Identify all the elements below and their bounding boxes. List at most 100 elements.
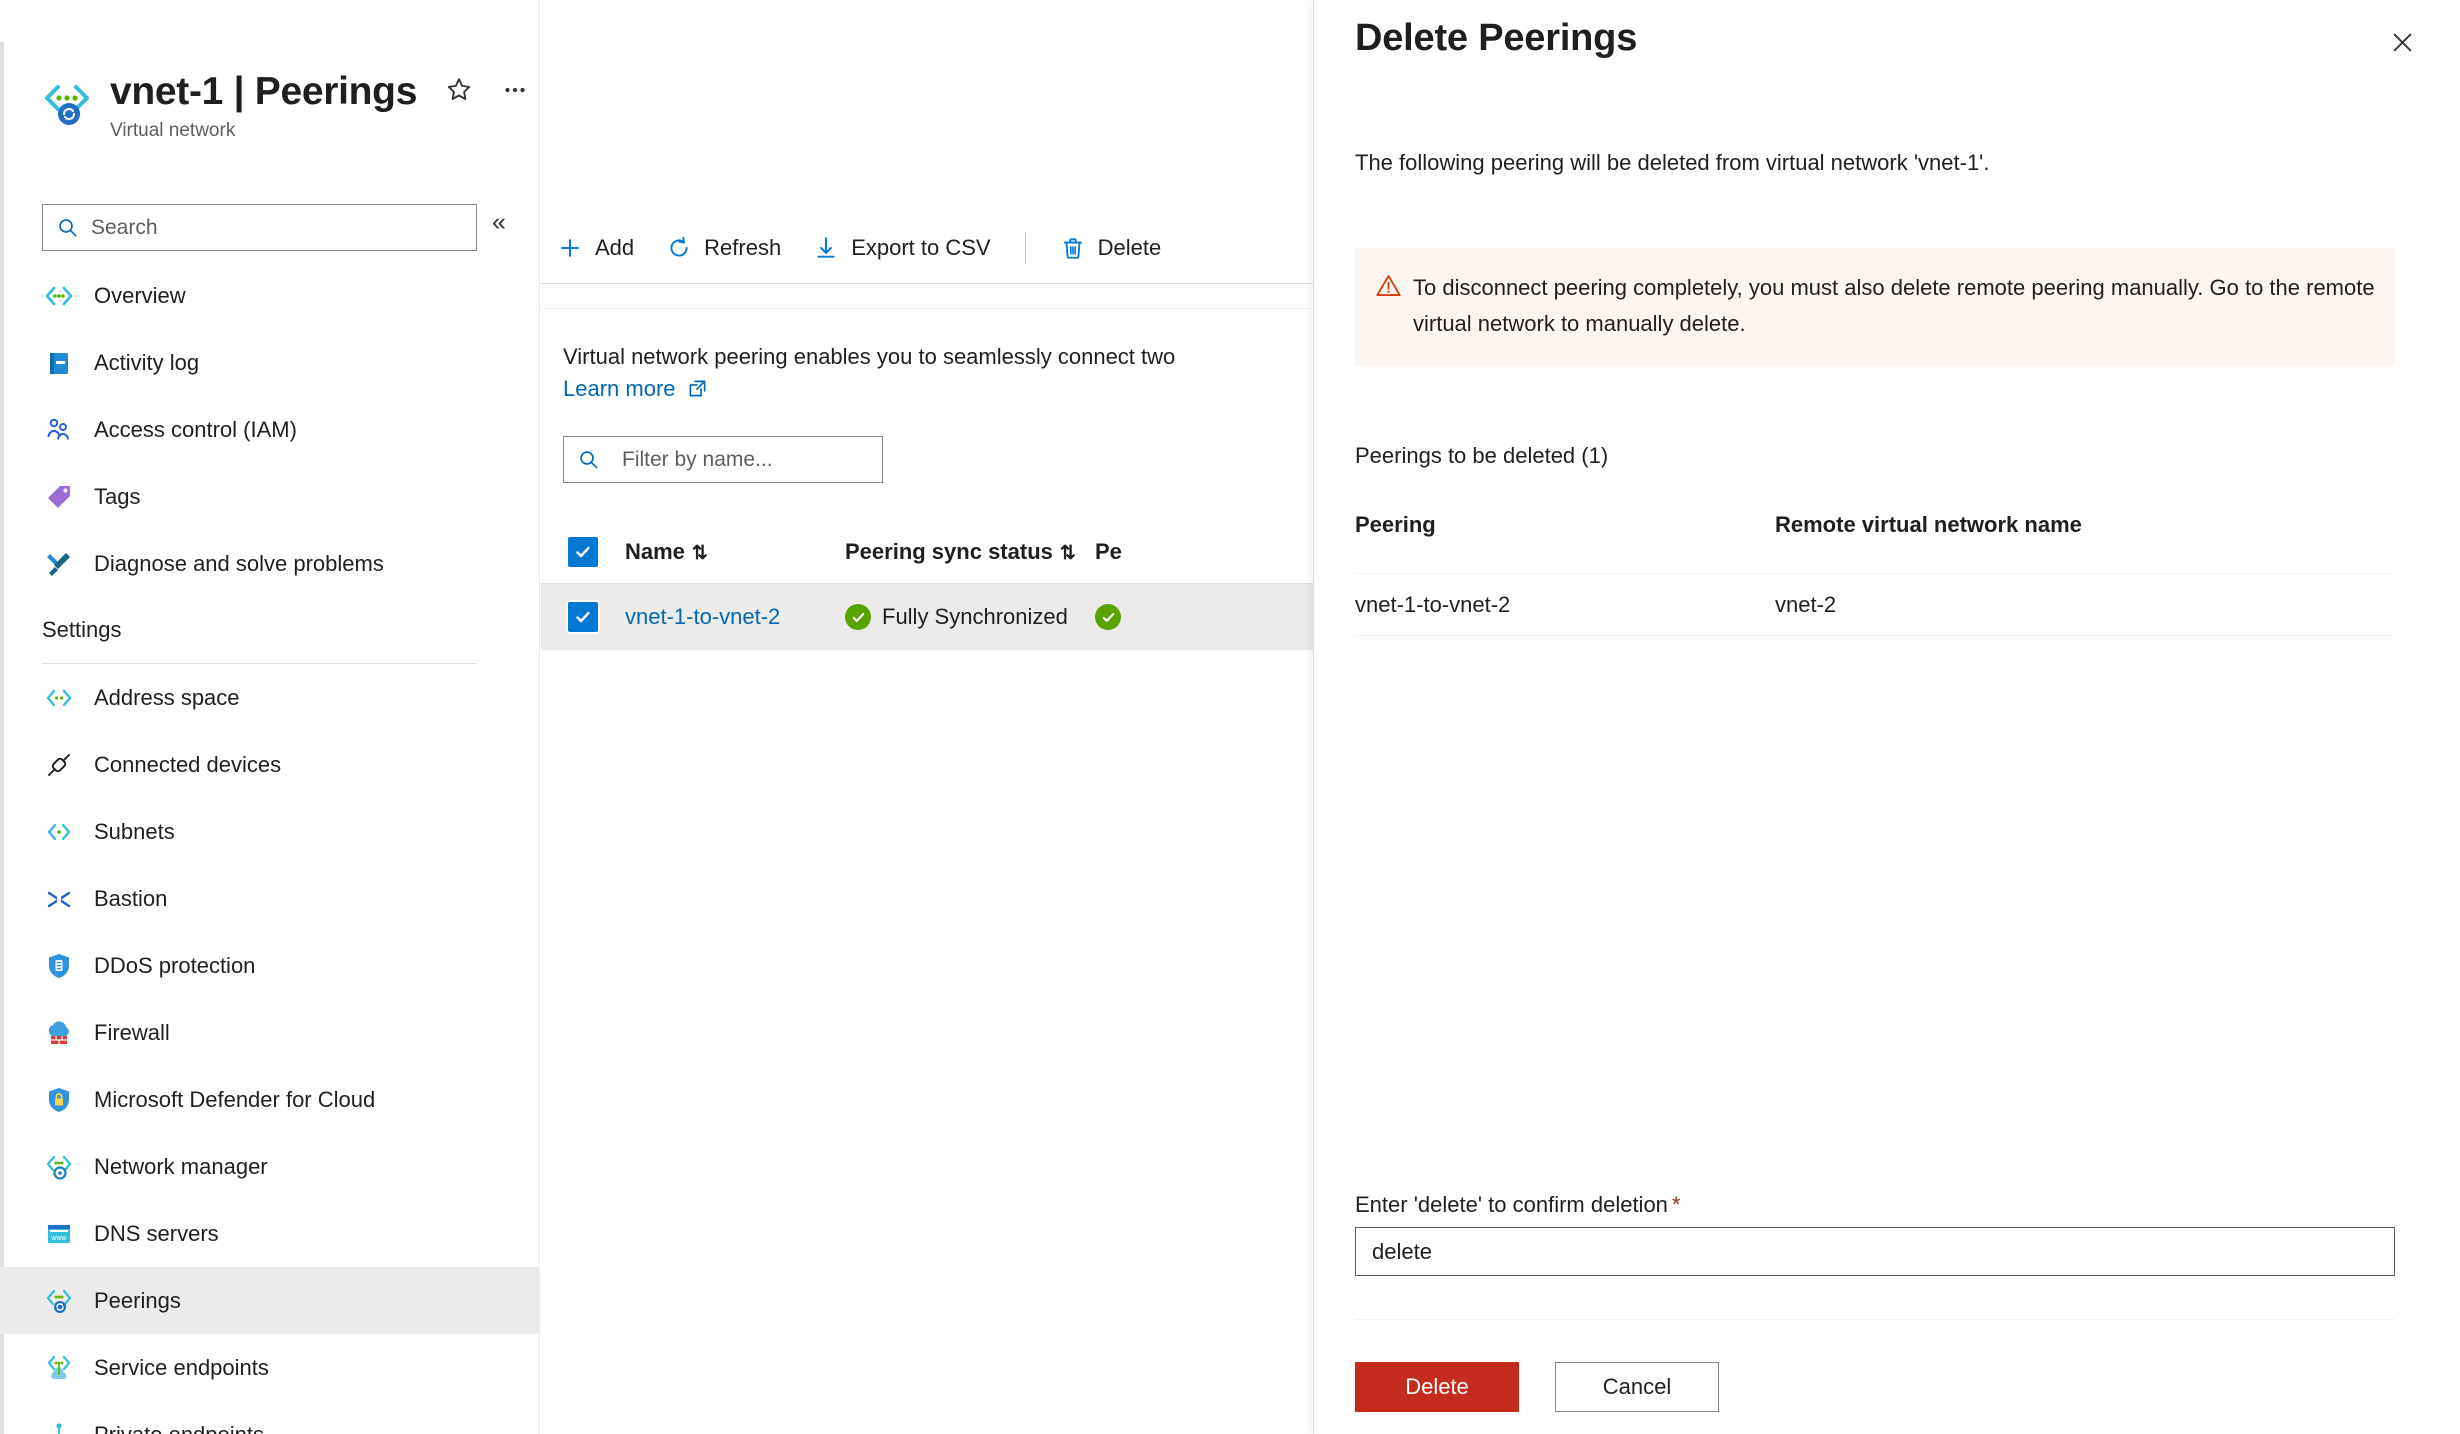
sidebar-item-address-space[interactable]: Address space — [0, 664, 540, 731]
sidebar-item-label: Overview — [94, 282, 186, 308]
sidebar-item-overview[interactable]: Overview — [0, 262, 540, 329]
grid-header-row: Name ⇅ Peering sync status ⇅ Pe — [541, 520, 1313, 584]
filter-box[interactable] — [563, 436, 883, 483]
delete-peerings-panel: Delete Peerings The following peering wi… — [1313, 0, 2460, 1434]
panel-footer-divider — [1355, 1319, 2395, 1320]
subnets-icon — [42, 815, 76, 849]
sidebar-item-access-control[interactable]: Access control (IAM) — [0, 396, 540, 463]
refresh-icon — [666, 235, 692, 261]
sidebar-item-tags[interactable]: Tags — [0, 463, 540, 530]
peerings-to-delete-table: Peering Remote virtual network name vnet… — [1355, 512, 2395, 636]
nav-list: Overview Activity log Access control (IA… — [0, 262, 540, 1434]
panel-delete-button[interactable]: Delete — [1355, 1362, 1519, 1412]
firewall-icon — [42, 1016, 76, 1050]
success-check-icon — [845, 604, 871, 630]
close-icon[interactable] — [2380, 20, 2424, 64]
sidebar-item-dns-servers[interactable]: www DNS servers — [0, 1200, 540, 1267]
address-space-icon — [42, 681, 76, 715]
panel-title: Delete Peerings — [1355, 17, 1638, 59]
service-endpoints-icon — [42, 1351, 76, 1385]
peering-sync-status-cell: Fully Synchronized — [845, 604, 1095, 630]
learn-more-link[interactable]: Learn more — [563, 376, 707, 402]
warning-triangle-icon — [1375, 270, 1413, 342]
peerings-to-delete-label: Peerings to be deleted (1) — [1355, 443, 1609, 468]
nav-group-settings: Settings — [42, 617, 122, 642]
column-header-truncated[interactable]: Pe — [1095, 539, 1122, 565]
sidebar-item-diagnose[interactable]: Diagnose and solve problems — [0, 530, 540, 597]
sidebar-item-label: Diagnose and solve problems — [94, 550, 384, 576]
defender-icon — [42, 1083, 76, 1117]
add-label: Add — [595, 235, 635, 260]
toolbar-divider — [541, 283, 1313, 284]
sidebar-item-peerings[interactable]: Peerings — [0, 1267, 540, 1334]
sidebar-item-label: DNS servers — [94, 1220, 219, 1246]
sidebar-item-activity-log[interactable]: Activity log — [0, 329, 540, 396]
trash-icon — [1060, 235, 1086, 261]
star-outline-icon[interactable] — [444, 75, 474, 110]
sidebar-item-label: Subnets — [94, 818, 175, 844]
add-button[interactable]: Add — [541, 216, 650, 280]
ddos-protection-icon — [42, 949, 76, 983]
column-header-peering-sync-status[interactable]: Peering sync status ⇅ — [845, 539, 1095, 565]
sidebar-item-label: Peerings — [94, 1287, 181, 1313]
sidebar-item-service-endpoints[interactable]: Service endpoints — [0, 1334, 540, 1401]
sidebar-item-network-manager[interactable]: Network manager — [0, 1133, 540, 1200]
column-header-label: Name — [625, 538, 685, 564]
sidebar-item-ddos-protection[interactable]: DDoS protection — [0, 932, 540, 999]
sidebar-item-defender-for-cloud[interactable]: Microsoft Defender for Cloud — [0, 1066, 540, 1133]
table-row[interactable]: vnet-1-to-vnet-2 Fully Synchronized — [541, 584, 1313, 650]
sidebar-item-label: DDoS protection — [94, 952, 256, 978]
section-divider — [541, 308, 1313, 309]
warning-text: To disconnect peering completely, you mu… — [1413, 275, 2375, 336]
ellipsis-icon[interactable] — [500, 75, 530, 110]
column-header-name[interactable]: Name ⇅ — [625, 539, 845, 565]
toolbar-separator — [1024, 233, 1026, 263]
peerings-icon — [42, 1284, 76, 1318]
sidebar-item-label: Address space — [94, 684, 240, 710]
learn-more-label: Learn more — [563, 376, 676, 401]
export-csv-label: Export to CSV — [851, 235, 991, 260]
resource-header: vnet-1 | Peerings Virtual network — [42, 68, 525, 148]
peerings-grid: Name ⇅ Peering sync status ⇅ Pe vnet-1-to-… — [541, 520, 1313, 650]
download-icon — [813, 235, 839, 261]
search-box[interactable] — [42, 204, 477, 251]
sidebar-item-subnets[interactable]: Subnets — [0, 798, 540, 865]
warning-banner: To disconnect peering completely, you mu… — [1355, 248, 2395, 366]
panel-table-header: Peering Remote virtual network name — [1355, 512, 2395, 574]
filter-input[interactable] — [622, 447, 852, 472]
access-control-icon — [42, 413, 76, 447]
sidebar-item-label: Network manager — [94, 1153, 268, 1179]
peering-name-link[interactable]: vnet-1-to-vnet-2 — [625, 604, 845, 630]
search-input[interactable] — [91, 215, 431, 240]
sidebar-item-label: Tags — [94, 483, 141, 509]
confirm-delete-field[interactable] — [1355, 1227, 2395, 1276]
row-checkbox[interactable] — [541, 602, 625, 632]
peering-state-cell — [1095, 604, 1132, 630]
sort-icon: ⇅ — [691, 542, 708, 564]
sidebar-item-connected-devices[interactable]: Connected devices — [0, 731, 540, 798]
sidebar-item-firewall[interactable]: Firewall — [0, 999, 540, 1066]
sidebar-item-bastion[interactable]: Bastion — [0, 865, 540, 932]
private-endpoints-icon — [42, 1418, 76, 1434]
diagnose-icon — [42, 547, 76, 581]
confirm-delete-input[interactable] — [1356, 1228, 2394, 1275]
column-header-label: Peering sync status — [845, 538, 1053, 564]
checkbox-checked — [568, 536, 598, 567]
required-marker: * — [1671, 1192, 1681, 1217]
sidebar-item-private-endpoints[interactable]: Private endpoints — [0, 1401, 540, 1434]
panel-table-row: vnet-1-to-vnet-2 vnet-2 — [1355, 574, 2395, 636]
sidebar-item-label: Bastion — [94, 885, 168, 911]
panel-intro-text: The following peering will be deleted fr… — [1355, 150, 1990, 175]
export-csv-button[interactable]: Export to CSV — [797, 216, 1006, 280]
panel-cancel-button[interactable]: Cancel — [1555, 1362, 1719, 1412]
refresh-button[interactable]: Refresh — [650, 216, 797, 280]
select-all-checkbox[interactable] — [541, 536, 625, 567]
sidebar-item-label: Firewall — [94, 1019, 170, 1045]
sidebar-item-label: Service endpoints — [94, 1354, 269, 1380]
connected-devices-icon — [42, 748, 76, 782]
panel-cell-peering: vnet-1-to-vnet-2 — [1355, 591, 1511, 617]
collapse-nav-button[interactable]: « — [492, 210, 506, 235]
network-manager-icon — [42, 1150, 76, 1184]
resource-left-nav: vnet-1 | Peerings Virtual network « — [0, 0, 540, 1434]
delete-button[interactable]: Delete — [1044, 216, 1178, 280]
